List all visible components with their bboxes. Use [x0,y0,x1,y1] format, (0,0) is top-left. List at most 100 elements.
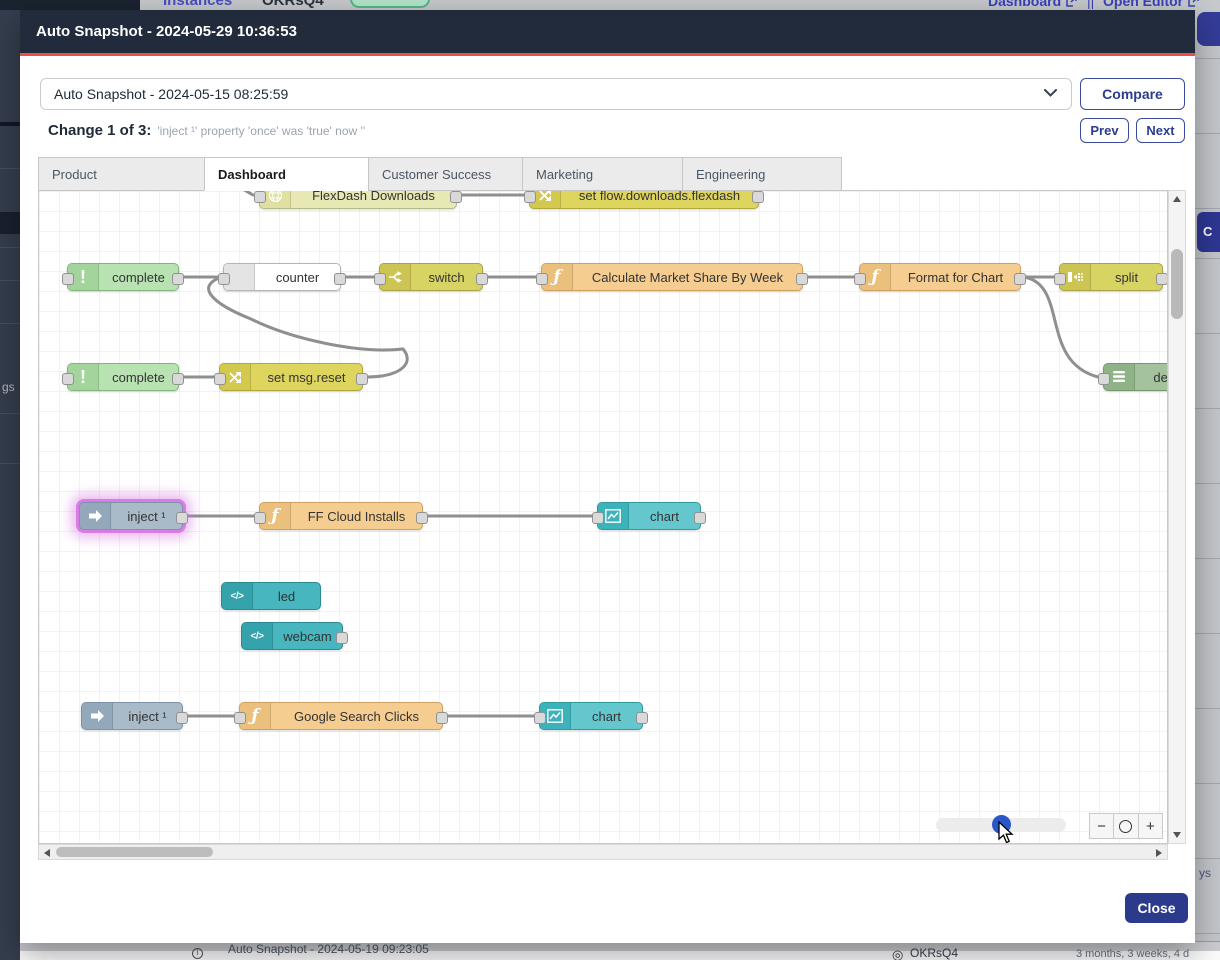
node-label: switch [411,264,482,290]
target-icon: ◎ [892,947,903,960]
output-port [356,373,368,385]
wire-offscreen-above-to-flexdash-downloads [217,191,253,195]
zoom-reset-button[interactable] [1114,814,1138,838]
partial-create-button[interactable]: C [1197,212,1220,252]
background-right-strip: C ys [1195,10,1220,943]
tab-engineering[interactable]: Engineering [682,157,842,191]
output-port [752,191,764,203]
flow-node-google-search-clicks[interactable]: ƒGoogle Search Clicks [239,702,443,730]
info-icon: i [192,948,203,959]
zoom-in-button[interactable]: + [1139,814,1162,838]
sidebar-selected-item[interactable] [0,212,20,234]
vertical-scrollbar-thumb[interactable] [1171,249,1183,319]
flow-node-led[interactable]: </>led [221,582,321,610]
flow-node-complete-top[interactable]: !complete [67,263,179,291]
sidebar-divider [0,323,20,324]
open-editor-link[interactable]: Open Editor [1103,0,1199,9]
partial-button[interactable] [1197,12,1220,46]
snapshot-row-label: Auto Snapshot - 2024-05-19 09:23:05 [228,942,429,956]
change-count-label: Change 1 of 3: [48,122,151,139]
flow-node-calculate-market-share[interactable]: ƒCalculate Market Share By Week [541,263,803,291]
change-detail: 'inject ¹' property 'once' was 'true' no… [157,124,365,138]
flow-node-webcam[interactable]: </>webcam [241,622,343,650]
flow-node-ff-cloud-installs[interactable]: ƒFF Cloud Installs [259,502,423,530]
flow-node-inject-google[interactable]: inject ¹ [81,702,183,730]
flow-node-format-for-chart[interactable]: ƒFormat for Chart [859,263,1021,291]
inject-icon [82,703,113,729]
input-port [254,512,266,524]
zoom-reset-icon [1119,820,1132,833]
sidebar-divider [0,122,20,126]
node-label: set flow.downloads.flexdash [561,190,758,208]
row-divider [1195,58,1220,59]
row-divider [1195,208,1220,209]
tab-marketing[interactable]: Marketing [522,157,682,191]
node-label: FF Cloud Installs [291,503,422,529]
flow-node-flexdash-downloads[interactable]: FlexDash Downloads [259,190,457,209]
flow-canvas[interactable]: − + FlexDash Downloads set flow.downloads… [38,190,1168,844]
output-port [694,512,706,524]
scroll-up-arrow-icon[interactable] [1173,196,1181,202]
row-divider [1195,258,1220,259]
flow-node-set-flow-downloads-flexdash[interactable]: set flow.downloads.flexdash [529,190,759,209]
node-label: counter [255,264,340,290]
code-icon: </> [242,623,273,649]
horizontal-scrollbar-thumb[interactable] [56,847,213,857]
tab-product[interactable]: Product [38,157,204,191]
flow-node-switch[interactable]: switch [379,263,483,291]
node-label: webcam [273,623,342,649]
flow-node-inject-ff[interactable]: inject ¹ [79,502,183,530]
close-button[interactable]: Close [1125,893,1188,923]
output-port [476,273,488,285]
input-port [234,712,246,724]
output-port [176,512,188,524]
scroll-right-arrow-icon[interactable] [1156,849,1162,857]
zoom-out-button[interactable]: − [1090,814,1114,838]
node-label: inject ¹ [111,503,182,529]
flow-node-split[interactable]: split [1059,263,1163,291]
flow-node-chart-google[interactable]: chart [539,702,643,730]
input-port [1054,273,1066,285]
compare-button[interactable]: Compare [1080,78,1185,110]
sidebar-divider [0,247,20,248]
flow-tabbar: ProductDashboardCustomer SuccessMarketin… [38,157,842,191]
output-port [416,512,428,524]
partial-age-text: ys [1199,866,1211,880]
node-label: chart [571,703,642,729]
output-port [450,191,462,203]
scroll-left-arrow-icon[interactable] [44,849,50,857]
node-label: set msg.reset [251,364,362,390]
node-label: complete [99,264,178,290]
sidebar-divider [0,168,20,169]
breadcrumb-instances[interactable]: Instances [163,0,232,9]
flow-node-counter[interactable]: counter [223,263,341,291]
zoom-buttons: − + [1089,813,1163,839]
flow-node-set-msg-reset[interactable]: set msg.reset [219,363,363,391]
vertical-scrollbar[interactable] [1168,190,1186,844]
node-label: debug [1135,364,1168,390]
input-port [374,273,386,285]
node-label: complete [99,364,178,390]
snapshot-select[interactable]: Auto Snapshot - 2024-05-15 08:25:59 [40,78,1072,110]
dashboard-link[interactable]: Dashboard [988,0,1077,9]
prev-button[interactable]: Prev [1080,118,1129,143]
horizontal-scrollbar[interactable] [38,844,1168,860]
input-port [524,191,536,203]
output-port [636,712,648,724]
modal-header: Auto Snapshot - 2024-05-29 10:36:53 [20,10,1195,56]
age-text: 3 months, 3 weeks, 4 d [1076,948,1189,960]
scroll-down-arrow-icon[interactable] [1173,832,1181,838]
background-sidebar: gs [0,10,20,960]
output-port [176,712,188,724]
flow-node-complete-bottom[interactable]: !complete [67,363,179,391]
sidebar-divider [0,463,20,464]
flow-node-chart-ff[interactable]: chart [597,502,701,530]
node-label: split [1091,264,1162,290]
tab-dashboard[interactable]: Dashboard [204,157,368,191]
input-port [254,191,266,203]
tab-customer-success[interactable]: Customer Success [368,157,522,191]
status-badge [350,0,430,8]
row-divider [1195,333,1220,334]
flow-node-debug[interactable]: debug [1103,363,1168,391]
next-button[interactable]: Next [1136,118,1185,143]
